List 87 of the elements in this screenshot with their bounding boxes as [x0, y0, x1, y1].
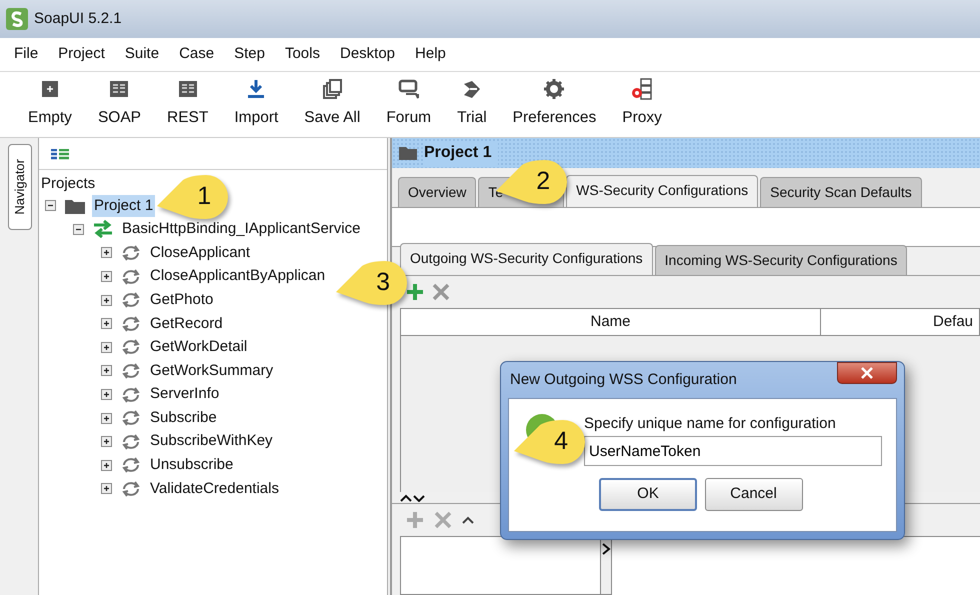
app-logo-icon: [6, 8, 28, 30]
refresh-icon: [120, 244, 142, 262]
toolbar-button[interactable]: Forum: [380, 76, 438, 132]
expand-icon[interactable]: [101, 436, 112, 448]
callout-tooltip: 1: [157, 174, 230, 220]
editor-title: Project 1: [424, 141, 498, 165]
expand-icon[interactable]: [101, 342, 112, 353]
speech-bubbles-icon: [398, 78, 420, 100]
menu-item[interactable]: File: [4, 43, 48, 66]
menu-item[interactable]: Help: [405, 43, 456, 66]
refresh-icon: [120, 291, 142, 310]
dialog-prompt: Specify unique name for configuration: [584, 414, 836, 434]
column-header: Defau: [933, 312, 974, 332]
window-title: SoapUI 5.2.1: [34, 8, 122, 29]
close-button[interactable]: [837, 362, 897, 384]
toolbar-button[interactable]: SOAP: [92, 76, 148, 132]
tab[interactable]: Incoming WS-Security Configurations: [654, 245, 908, 275]
collapse-icon[interactable]: [73, 224, 84, 235]
tree-item[interactable]: ValidateCredentials: [148, 478, 281, 500]
list-view-icon[interactable]: [51, 148, 69, 160]
menu-item[interactable]: Suite: [114, 43, 170, 66]
tree-item[interactable]: GetWorkDetail: [148, 336, 250, 359]
refresh-icon: [120, 409, 142, 428]
toolbar-button[interactable]: Import: [228, 76, 284, 132]
exchange-arrows-icon: [92, 220, 114, 238]
expand-icon[interactable]: [101, 483, 112, 494]
tree-item[interactable]: Project 1: [92, 194, 156, 218]
tree-item[interactable]: CloseApplicant: [148, 242, 252, 264]
refresh-icon: [120, 338, 142, 356]
column-header: Name: [590, 312, 630, 332]
tree-item[interactable]: Subscribe: [148, 406, 219, 430]
expand-icon[interactable]: [101, 460, 112, 471]
dialog-title: New Outgoing WSS Configuration: [510, 370, 737, 390]
menu-item[interactable]: Tools: [274, 43, 330, 66]
toolbar-button[interactable]: Trial: [451, 76, 493, 132]
close-icon: [860, 367, 874, 379]
collapse-icon[interactable]: [45, 200, 56, 212]
tab[interactable]: Overview: [398, 177, 476, 207]
toolbar-button[interactable]: Proxy: [616, 76, 668, 132]
expand-icon[interactable]: [101, 318, 112, 330]
refresh-icon: [120, 362, 142, 380]
callout-tooltip: 4: [514, 419, 586, 465]
expand-icon[interactable]: [101, 412, 112, 424]
expand-right-icon[interactable]: [601, 543, 611, 555]
toolbar-button[interactable]: Save All: [298, 76, 366, 132]
tree-item[interactable]: SubscribeWithKey: [148, 430, 275, 453]
tree-item[interactable]: BasicHttpBinding_IApplicantService: [120, 218, 362, 241]
refresh-icon: [120, 480, 142, 498]
tree-item[interactable]: GetWorkSummary: [148, 360, 276, 382]
menu-item[interactable]: Desktop: [330, 43, 406, 66]
expand-icon[interactable]: [101, 365, 112, 376]
expand-icon[interactable]: [101, 247, 112, 258]
tree-heading: Projects: [40, 174, 96, 194]
tree-item[interactable]: GetPhoto: [148, 288, 216, 312]
tab[interactable]: WS-Security Configurations: [566, 175, 758, 207]
tab[interactable]: Outgoing WS-Security Configurations: [400, 243, 653, 275]
splitter-arrows-icon[interactable]: [400, 494, 426, 502]
refresh-icon: [120, 268, 142, 286]
tree-item[interactable]: GetRecord: [148, 312, 225, 336]
expand-icon[interactable]: [101, 271, 112, 282]
tree-item[interactable]: ServerInfo: [148, 383, 222, 406]
refresh-icon: [120, 456, 142, 474]
refresh-icon: [120, 314, 142, 333]
move-up-icon[interactable]: [462, 516, 474, 524]
callout-tooltip: 3: [336, 260, 408, 306]
menu-item[interactable]: Step: [224, 43, 275, 66]
proxy-server-icon: [631, 78, 654, 100]
menu-item[interactable]: Case: [169, 43, 224, 66]
toolbar-button[interactable]: REST: [161, 76, 214, 132]
stacked-pages-icon: [321, 78, 344, 100]
refresh-icon: [120, 386, 142, 404]
toolbar-button[interactable]: Preferences: [506, 76, 602, 132]
tree-item[interactable]: Unsubscribe: [148, 454, 236, 477]
navigator-tab[interactable]: Navigator: [8, 144, 32, 230]
add-icon[interactable]: [406, 283, 424, 301]
refresh-icon: [120, 432, 142, 451]
gear-icon: [543, 78, 566, 100]
name-input[interactable]: UserNameToken: [584, 436, 882, 466]
tree-item[interactable]: CloseApplicantByApplican: [148, 265, 328, 288]
toolbar-button[interactable]: Empty: [22, 76, 78, 132]
dialog-button[interactable]: Cancel: [704, 478, 802, 511]
folder-icon: [398, 145, 418, 161]
menu-item[interactable]: Project: [48, 43, 115, 66]
tab[interactable]: Security Scan Defaults: [760, 177, 922, 207]
expand-icon[interactable]: [101, 389, 112, 400]
expand-icon[interactable]: [101, 294, 112, 306]
dialog-button[interactable]: OK: [599, 478, 697, 511]
